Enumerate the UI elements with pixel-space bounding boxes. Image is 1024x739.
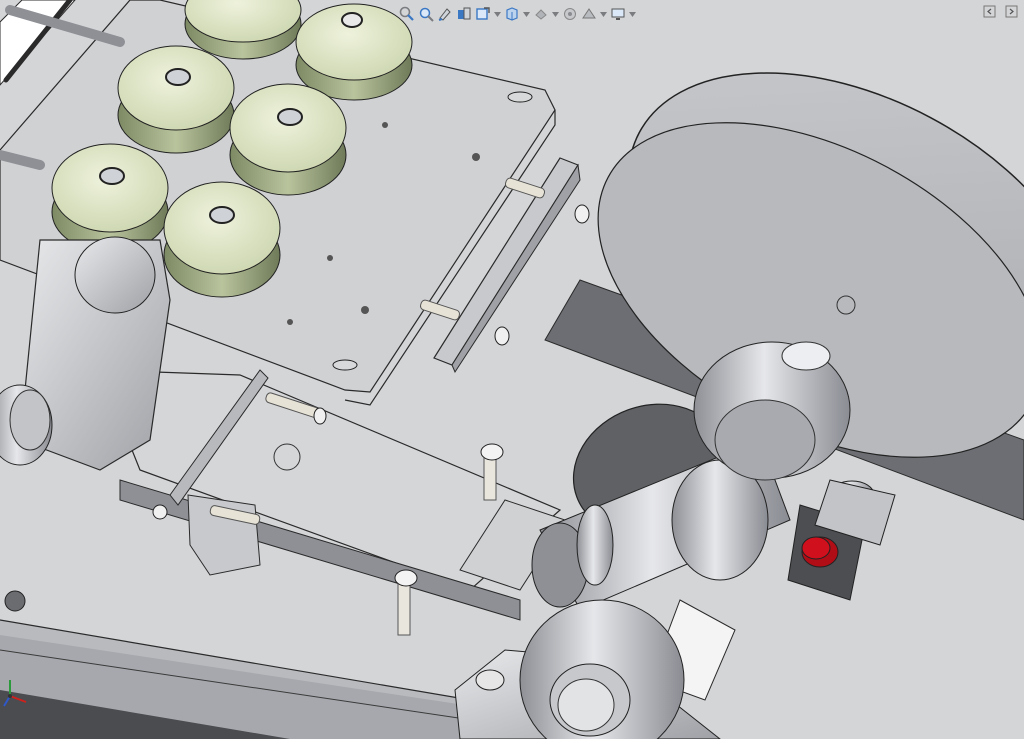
hide-show-items-icon[interactable] (561, 4, 579, 24)
edit-appearance-icon[interactable] (580, 4, 598, 24)
previous-view-icon[interactable] (436, 4, 454, 24)
display-style-icon[interactable] (532, 4, 550, 24)
view-orientation-dropdown[interactable] (493, 4, 502, 24)
view-settings-dropdown[interactable] (628, 4, 637, 24)
guide-roller[interactable] (295, 3, 413, 101)
section-view-icon[interactable] (455, 4, 473, 24)
dynamic-annotation-views-icon[interactable] (474, 4, 492, 24)
guide-roller[interactable] (51, 143, 169, 253)
apply-scene-dropdown[interactable] (599, 4, 608, 24)
cad-graphics-area[interactable] (0, 0, 1024, 739)
guide-roller[interactable] (163, 181, 281, 298)
maximize-viewport-icon[interactable] (1005, 5, 1018, 18)
red-knob[interactable] (801, 536, 839, 568)
display-style-dropdown[interactable] (522, 4, 531, 24)
heads-up-view-toolbar (398, 3, 637, 25)
zoom-to-area-icon[interactable] (417, 4, 435, 24)
hide-show-items-dropdown[interactable] (551, 4, 560, 24)
view-orientation-icon[interactable] (503, 4, 521, 24)
view-settings-icon[interactable] (609, 4, 627, 24)
3d-model-viewport[interactable] (0, 0, 1024, 739)
reference-triad-icon (3, 680, 27, 707)
zoom-to-fit-icon[interactable] (398, 4, 416, 24)
viewport-window-controls (983, 5, 1018, 18)
restore-viewport-icon[interactable] (983, 5, 996, 18)
guide-roller[interactable] (229, 83, 347, 196)
guide-roller[interactable] (117, 45, 235, 154)
